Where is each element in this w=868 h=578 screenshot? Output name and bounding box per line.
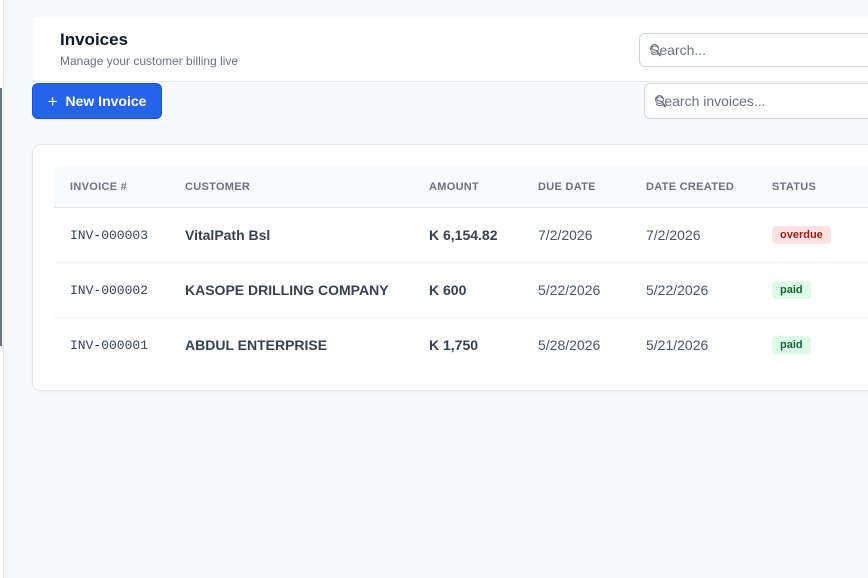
column-header-invoice[interactable]: INVOICE #: [70, 166, 127, 207]
date-created: 7/2/2026: [646, 227, 701, 243]
date-created: 5/22/2026: [646, 282, 709, 298]
new-invoice-label: New Invoice: [65, 93, 147, 109]
invoice-number[interactable]: INV-000002: [70, 263, 148, 317]
status-badge: overdue: [772, 226, 831, 244]
new-invoice-button[interactable]: + New Invoice: [32, 83, 162, 119]
column-header-date-created[interactable]: DATE CREATED: [646, 166, 734, 207]
table-row[interactable]: INV-000002 KASOPE DRILLING COMPANY K 600…: [54, 263, 868, 318]
due-date: 5/22/2026: [538, 282, 601, 298]
due-date: 7/2/2026: [538, 227, 593, 243]
table-row[interactable]: INV-000003 VitalPath Bsl K 6,154.82 7/2/…: [54, 208, 868, 263]
invoice-amount: K 1,750: [429, 337, 479, 353]
global-search: [639, 33, 868, 67]
invoices-table: INVOICE # CUSTOMER AMOUNT DUE DATE DATE …: [54, 166, 868, 372]
left-rail-indicator: [0, 88, 2, 346]
status-badge: paid: [772, 336, 811, 354]
plus-icon: +: [47, 91, 58, 111]
status-cell: paid: [772, 263, 811, 317]
column-header-amount[interactable]: AMOUNT: [429, 166, 479, 207]
column-header-status[interactable]: STATUS: [772, 166, 816, 207]
status-cell: paid: [772, 318, 811, 372]
invoices-card: INVOICE # CUSTOMER AMOUNT DUE DATE DATE …: [32, 144, 868, 391]
customer-name: VitalPath Bsl: [185, 227, 271, 243]
date-created: 5/21/2026: [646, 337, 709, 353]
global-search-input[interactable]: [650, 34, 850, 66]
due-date: 5/28/2026: [538, 337, 601, 353]
invoice-search: [644, 83, 868, 119]
customer-name: KASOPE DRILLING COMPANY: [185, 282, 389, 298]
table-row[interactable]: INV-000001 ABDUL ENTERPRISE K 1,750 5/28…: [54, 318, 868, 372]
page-title: Invoices: [60, 30, 129, 49]
status-cell: overdue: [772, 208, 831, 262]
invoice-search-input[interactable]: [655, 84, 855, 118]
customer-name: ABDUL ENTERPRISE: [185, 337, 328, 353]
invoice-amount: K 600: [429, 282, 467, 298]
page-subtitle: Manage your customer billing live: [60, 54, 239, 68]
column-header-customer[interactable]: CUSTOMER: [185, 166, 250, 207]
invoice-amount: K 6,154.82: [429, 227, 498, 243]
status-badge: paid: [772, 281, 811, 299]
invoice-number[interactable]: INV-000001: [70, 318, 148, 372]
left-rail: [0, 0, 4, 578]
table-header: INVOICE # CUSTOMER AMOUNT DUE DATE DATE …: [54, 166, 868, 208]
column-header-due-date[interactable]: DUE DATE: [538, 166, 596, 207]
invoice-number[interactable]: INV-000003: [70, 208, 148, 262]
